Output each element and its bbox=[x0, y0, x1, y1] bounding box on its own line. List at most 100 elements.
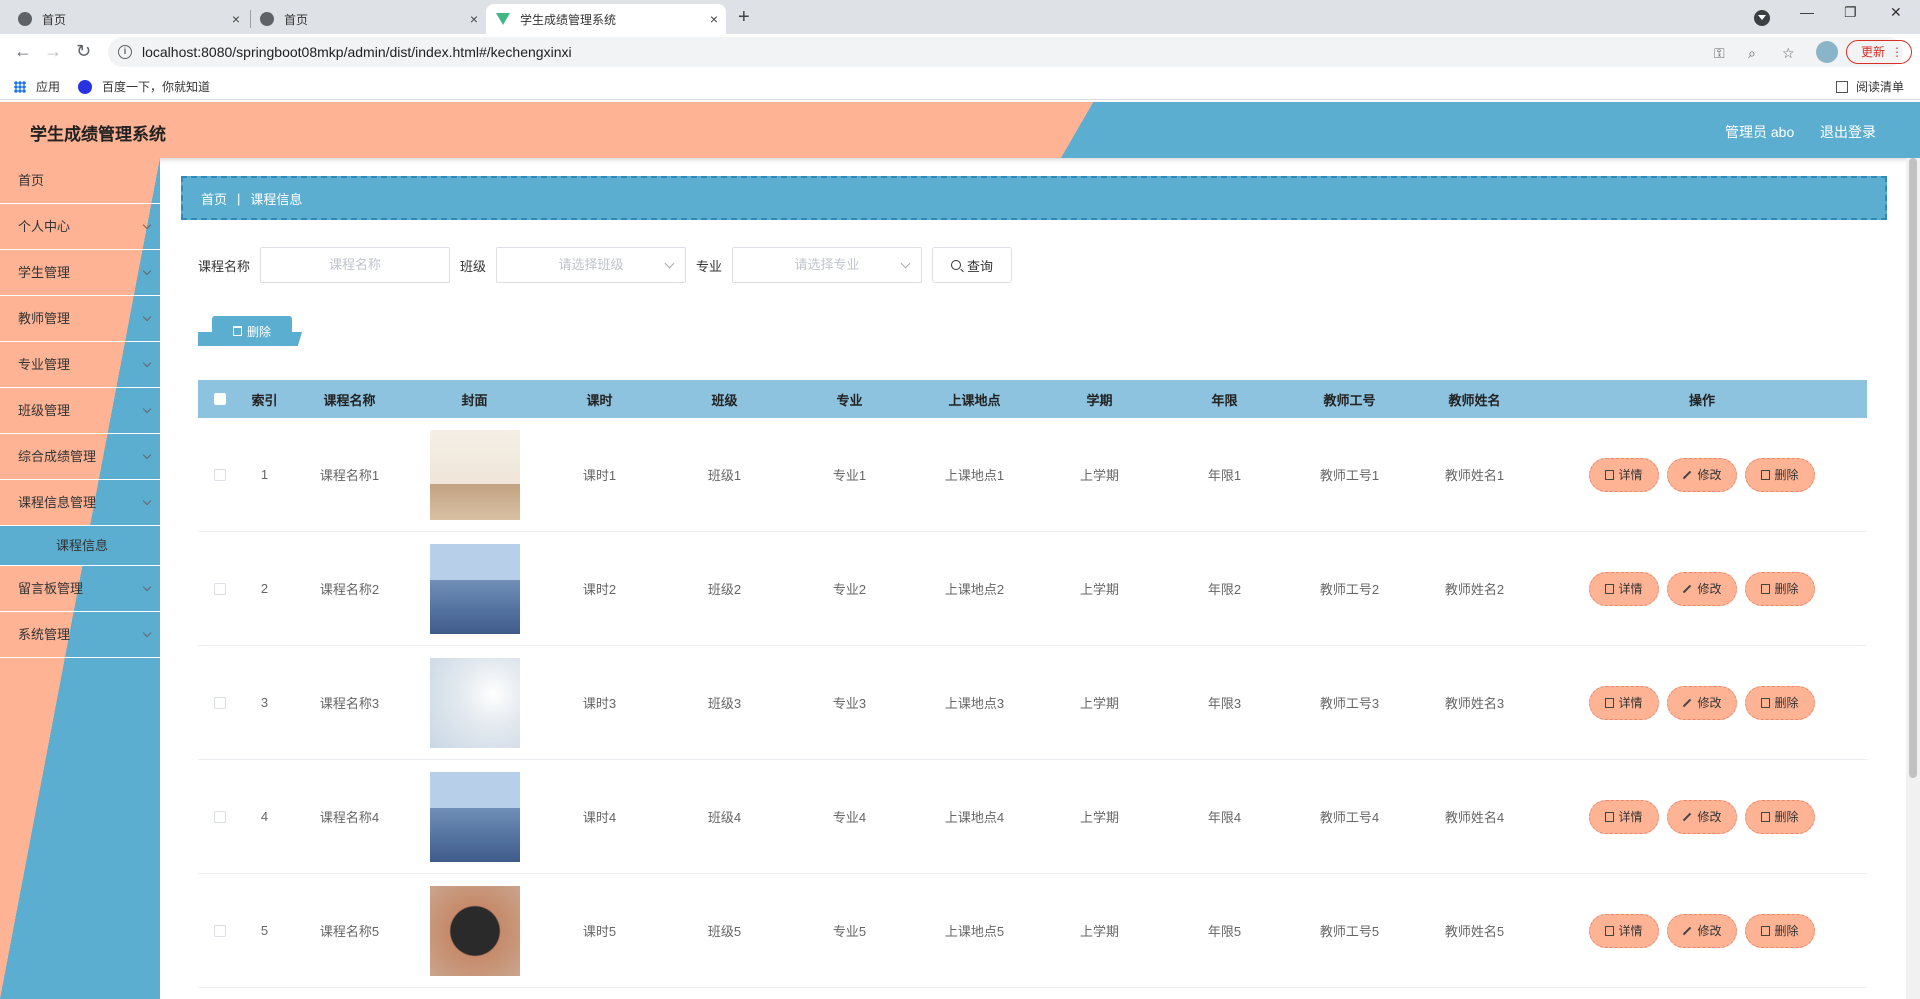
actions-cell: 详情 修改 删除 bbox=[1537, 685, 1867, 720]
reading-list[interactable]: 阅读清单 bbox=[1836, 78, 1904, 95]
edit-label: 修改 bbox=[1697, 468, 1722, 482]
reload-button[interactable]: ↻ bbox=[76, 42, 91, 60]
delete-button[interactable]: 删除 bbox=[1745, 685, 1815, 720]
page-scrollbar[interactable] bbox=[1906, 158, 1920, 999]
sidebar-item-majors[interactable]: 专业管理 bbox=[0, 342, 160, 388]
select-all-cell bbox=[198, 393, 242, 405]
forward-button[interactable]: → bbox=[44, 42, 62, 60]
browser-tab[interactable]: 首页 × bbox=[250, 4, 486, 34]
major-select[interactable]: 请选择专业 bbox=[732, 247, 923, 283]
new-tab-button[interactable]: + bbox=[738, 6, 750, 29]
back-button[interactable]: ← bbox=[14, 42, 32, 60]
sidebar-item-teachers[interactable]: 教师管理 bbox=[0, 296, 160, 342]
course-name-cell: 课程名称5 bbox=[319, 924, 380, 939]
sidebar-item-system[interactable]: 系统管理 bbox=[0, 612, 160, 658]
course-name-cell: 课程名称3 bbox=[319, 696, 380, 711]
close-tab-icon[interactable]: × bbox=[710, 11, 718, 27]
term-cell: 上学期 bbox=[1079, 582, 1119, 597]
sidebar-subitem-course-info[interactable]: 课程信息 bbox=[0, 526, 160, 566]
detail-button[interactable]: 详情 bbox=[1589, 571, 1659, 606]
edit-button[interactable]: 修改 bbox=[1667, 913, 1737, 948]
sidebar-item-messages[interactable]: 留言板管理 bbox=[0, 566, 160, 612]
select-all-checkbox[interactable] bbox=[214, 393, 226, 405]
sidebar-item-label: 系统管理 bbox=[18, 627, 71, 642]
batch-delete-button[interactable]: 删除 bbox=[212, 316, 292, 346]
class-cell: 班级3 bbox=[707, 696, 742, 711]
tab-search-icon[interactable] bbox=[1754, 10, 1770, 26]
class-select[interactable]: 请选择班级 bbox=[496, 247, 687, 283]
edit-button[interactable]: 修改 bbox=[1667, 799, 1737, 834]
zoom-icon[interactable]: ⌕ bbox=[1748, 45, 1756, 62]
address-bar[interactable]: i localhost:8080/springboot08mkp/admin/d… bbox=[108, 37, 1903, 67]
delete-button[interactable]: 删除 bbox=[1745, 913, 1815, 948]
detail-button[interactable]: 详情 bbox=[1589, 799, 1659, 834]
minimize-button[interactable]: — bbox=[1800, 4, 1814, 20]
sidebar-item-classes[interactable]: 班级管理 bbox=[0, 388, 160, 434]
index-cell: 5 bbox=[260, 923, 269, 938]
edit-button[interactable]: 修改 bbox=[1667, 685, 1737, 720]
years-cell: 年限3 bbox=[1207, 696, 1242, 711]
chevron-down-icon bbox=[142, 266, 152, 276]
course-name-cell: 课程名称4 bbox=[319, 810, 380, 825]
table-row: 1 课程名称1 课时1 班级1 专业1 上课地点1 上学期 年限1 教师工号1 … bbox=[198, 418, 1867, 532]
menu-dots-icon[interactable]: ⋮ bbox=[1891, 41, 1903, 63]
column-header: 专业 bbox=[836, 392, 863, 408]
breadcrumb-home[interactable]: 首页 bbox=[201, 189, 227, 208]
scrollbar-thumb[interactable] bbox=[1909, 158, 1917, 778]
close-tab-icon[interactable]: × bbox=[470, 11, 478, 27]
sidebar-item-course-management[interactable]: 课程信息管理 bbox=[0, 480, 160, 526]
row-checkbox[interactable] bbox=[214, 924, 226, 937]
edit-button[interactable]: 修改 bbox=[1667, 571, 1737, 606]
current-user: 管理员 abo bbox=[1725, 124, 1795, 140]
maximize-button[interactable]: ❐ bbox=[1844, 4, 1857, 21]
delete-button[interactable]: 删除 bbox=[1745, 457, 1815, 492]
course-name-input[interactable]: 课程名称 bbox=[260, 247, 451, 283]
detail-button[interactable]: 详情 bbox=[1589, 685, 1659, 720]
term-cell: 上学期 bbox=[1079, 696, 1119, 711]
query-button-label: 查询 bbox=[967, 258, 994, 274]
sidebar-item-home[interactable]: 首页 bbox=[0, 158, 160, 204]
browser-tab[interactable]: 首页 × bbox=[8, 4, 248, 34]
detail-button[interactable]: 详情 bbox=[1589, 913, 1659, 948]
sidebar-item-label: 课程信息管理 bbox=[18, 495, 97, 510]
chevron-down-icon bbox=[142, 450, 152, 460]
class-cell: 班级5 bbox=[707, 924, 742, 939]
delete-button[interactable]: 删除 bbox=[1745, 799, 1815, 834]
bookmark-apps[interactable]: 应用 bbox=[14, 78, 60, 95]
teacher-no-cell: 教师工号1 bbox=[1319, 468, 1380, 483]
sidebar-item-personal-center[interactable]: 个人中心 bbox=[0, 204, 160, 250]
edit-label: 修改 bbox=[1697, 582, 1722, 596]
row-checkbox[interactable] bbox=[214, 810, 226, 823]
chevron-down-icon bbox=[900, 258, 911, 269]
search-form: 课程名称 课程名称 班级 请选择班级 专业 请选择专业 查询 bbox=[198, 247, 1013, 283]
bookmark-baidu[interactable]: 百度一下，你就知道 bbox=[78, 78, 210, 95]
detail-button[interactable]: 详情 bbox=[1589, 457, 1659, 492]
document-icon bbox=[1605, 469, 1615, 480]
row-checkbox[interactable] bbox=[214, 468, 226, 481]
detail-label: 详情 bbox=[1618, 924, 1643, 938]
site-info-icon[interactable]: i bbox=[118, 45, 132, 59]
sidebar-item-label: 班级管理 bbox=[18, 403, 71, 418]
query-button[interactable]: 查询 bbox=[932, 247, 1013, 283]
update-button[interactable]: 更新 ⋮ bbox=[1846, 40, 1912, 64]
cover-image bbox=[429, 657, 520, 748]
row-checkbox[interactable] bbox=[214, 696, 226, 709]
close-window-button[interactable]: ✕ bbox=[1890, 4, 1902, 21]
key-icon[interactable]: ⚿ bbox=[1714, 45, 1725, 62]
major-cell: 专业4 bbox=[832, 810, 867, 825]
edit-button[interactable]: 修改 bbox=[1667, 457, 1737, 492]
teacher-name-cell: 教师姓名2 bbox=[1444, 582, 1505, 597]
close-tab-icon[interactable]: × bbox=[232, 11, 240, 27]
delete-button[interactable]: 删除 bbox=[1745, 571, 1815, 606]
class-cell: 班级4 bbox=[707, 810, 742, 825]
sidebar-item-students[interactable]: 学生管理 bbox=[0, 250, 160, 296]
major-select-placeholder: 请选择专业 bbox=[794, 257, 860, 272]
url-text[interactable]: localhost:8080/springboot08mkp/admin/dis… bbox=[142, 44, 572, 60]
delete-label: 删除 bbox=[1774, 924, 1799, 938]
bookmark-star-icon[interactable]: ☆ bbox=[1782, 45, 1795, 62]
sidebar-item-grades[interactable]: 综合成绩管理 bbox=[0, 434, 160, 480]
logout-link[interactable]: 退出登录 bbox=[1820, 122, 1876, 142]
row-checkbox[interactable] bbox=[214, 582, 226, 595]
browser-tab-active[interactable]: 学生成绩管理系统 × bbox=[486, 4, 726, 34]
profile-avatar[interactable] bbox=[1816, 41, 1838, 63]
